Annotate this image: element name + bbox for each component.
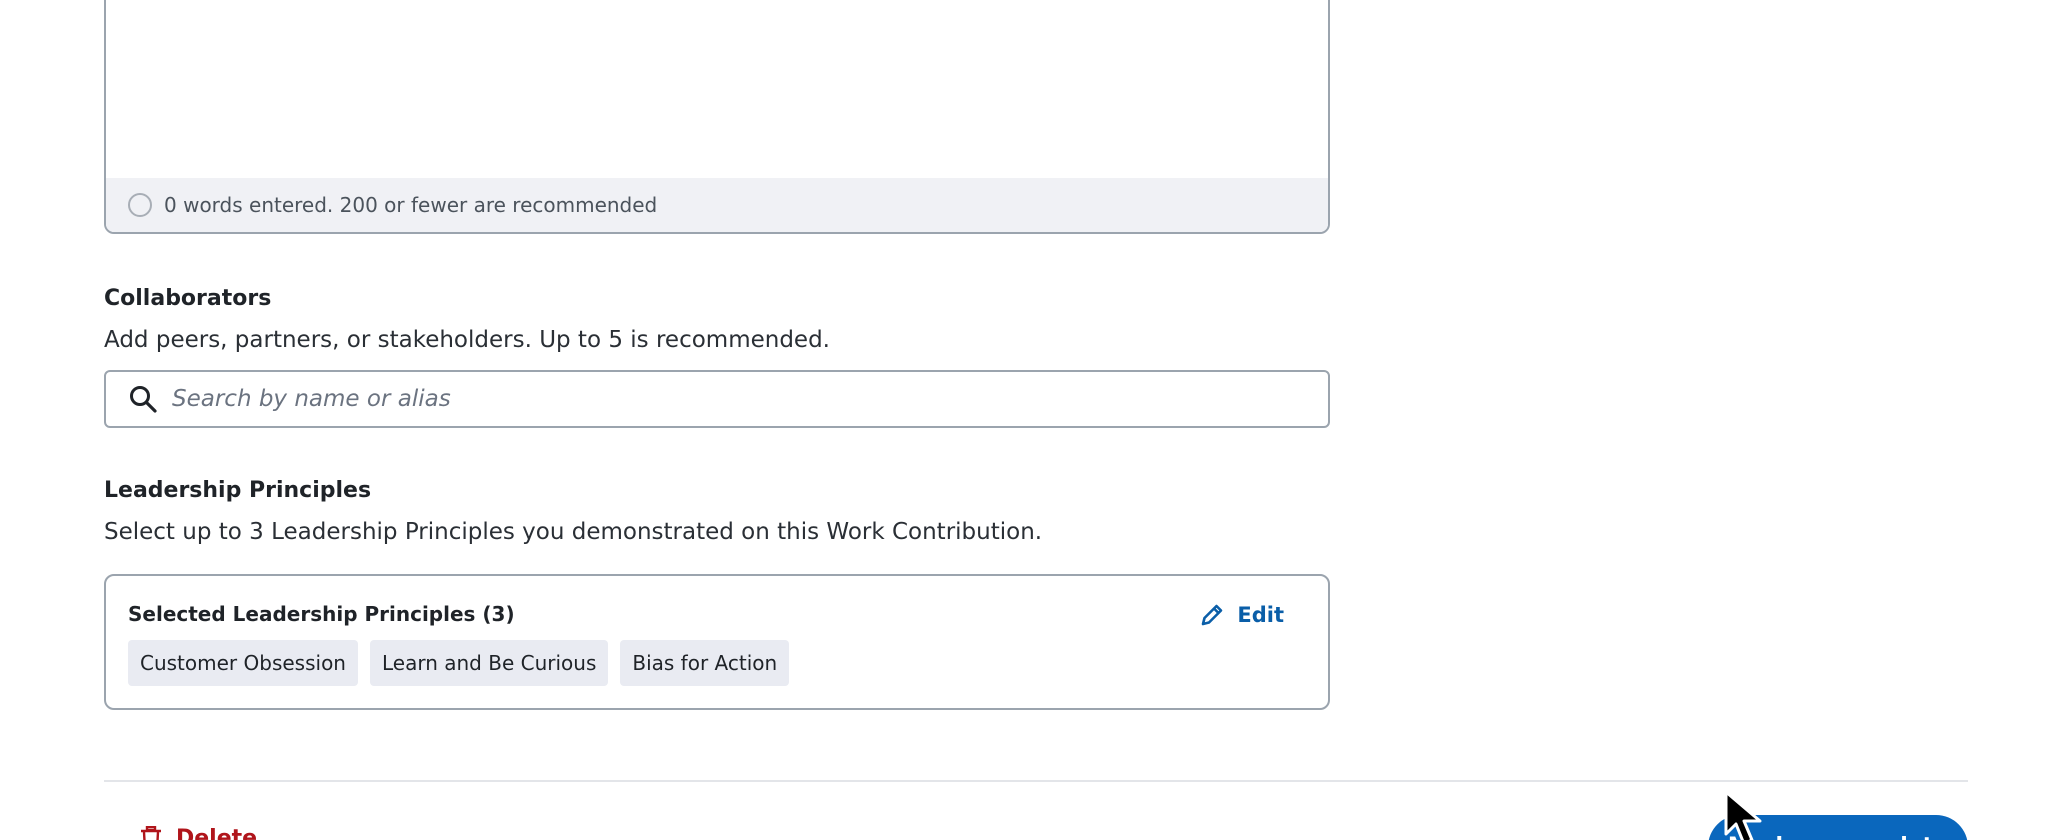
description-textarea[interactable]: 0 words entered. 200 or fewer are recomm…: [104, 0, 1330, 234]
edit-label: Edit: [1237, 603, 1284, 627]
selected-leadership-principles-card: Selected Leadership Principles (3) Edit …: [104, 574, 1330, 710]
collaborators-search-input[interactable]: [170, 385, 1274, 413]
word-count-text: 0 words entered. 200 or fewer are recomm…: [164, 193, 658, 217]
collaborators-search-box[interactable]: [104, 370, 1330, 428]
word-count-bar: 0 words entered. 200 or fewer are recomm…: [106, 178, 1328, 232]
delete-label: Delete: [176, 826, 258, 840]
principle-tags: Customer Obsession Learn and Be Curious …: [128, 640, 790, 686]
leadership-principles-description: Select up to 3 Leadership Principles you…: [104, 519, 1043, 545]
trash-icon: [141, 826, 161, 840]
collaborators-title: Collaborators: [104, 286, 272, 311]
pencil-icon: [1202, 604, 1223, 626]
collaborators-description: Add peers, partners, or stakeholders. Up…: [104, 327, 830, 353]
progress-circle-icon: [128, 193, 152, 217]
leadership-principles-title: Leadership Principles: [104, 478, 372, 503]
principle-tag: Customer Obsession: [128, 640, 358, 686]
selected-leadership-principles-title: Selected Leadership Principles (3): [128, 602, 515, 626]
search-icon: [130, 386, 157, 413]
edit-leadership-principles-button[interactable]: Edit: [1199, 602, 1284, 628]
mark-complete-button[interactable]: Mark as complete: [1708, 815, 1968, 840]
work-contribution-form: 0 words entered. 200 or fewer are recomm…: [0, 0, 2070, 840]
footer-divider: [104, 780, 1968, 782]
principle-tag: Learn and Be Curious: [369, 640, 609, 686]
principle-tag: Bias for Action: [620, 640, 790, 686]
delete-button[interactable]: Delete: [138, 826, 257, 840]
